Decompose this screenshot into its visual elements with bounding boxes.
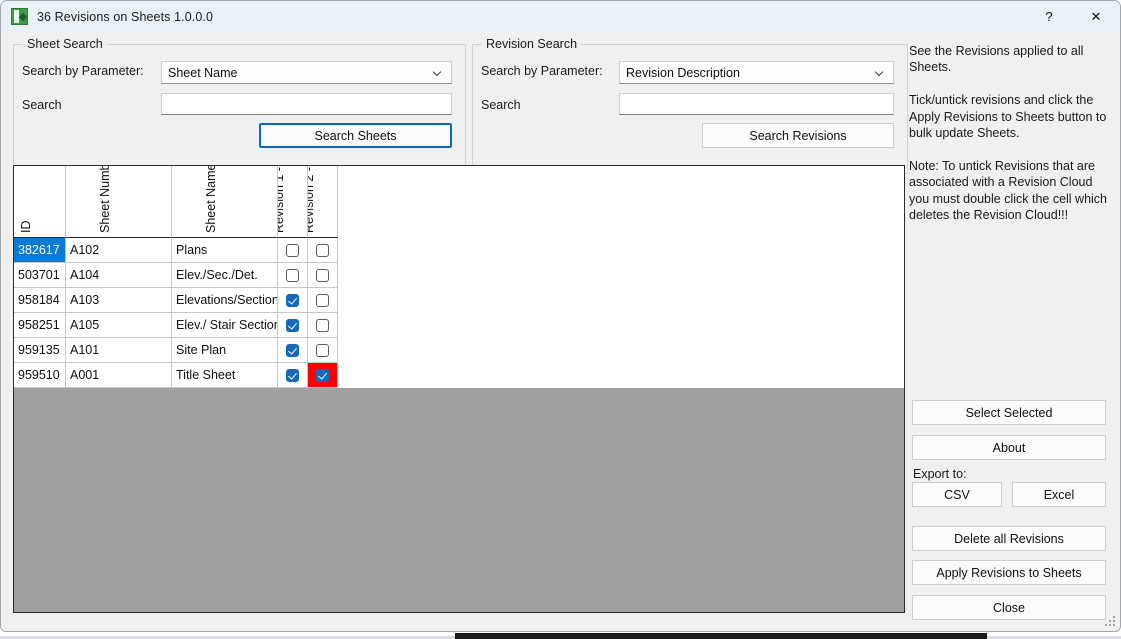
- close-icon[interactable]: ✕: [1072, 1, 1120, 32]
- revision-checkbox[interactable]: [286, 269, 299, 282]
- grid-cell-rev2[interactable]: [308, 263, 338, 288]
- title-bar: 36 Revisions on Sheets 1.0.0.0 ? ✕: [1, 1, 1120, 33]
- grid-cell-id[interactable]: 382617: [14, 238, 66, 263]
- grid-header-label: Sheet Name: [204, 166, 218, 233]
- delete-all-revisions-button[interactable]: Delete all Revisions: [912, 526, 1106, 551]
- grid-cell-name[interactable]: Site Plan: [172, 338, 278, 363]
- table-row[interactable]: 958184A103Elevations/Sections: [14, 288, 904, 313]
- grid-cell-rev2[interactable]: [308, 288, 338, 313]
- sheets-revisions-grid[interactable]: ID Sheet Numb Sheet Name Revision 1 - Revisi…: [13, 165, 905, 613]
- grid-cell-rev1[interactable]: [278, 363, 308, 388]
- chevron-down-icon: [433, 68, 442, 77]
- export-to-label: Export to:: [913, 467, 967, 481]
- revision-checkbox[interactable]: [286, 294, 299, 307]
- sheet-search-param-label: Search by Parameter:: [22, 64, 144, 78]
- grid-cell-num[interactable]: A104: [66, 263, 172, 288]
- client-area: Sheet Search Search by Parameter: Sheet …: [1, 32, 1120, 631]
- revision-search-label: Search: [481, 98, 521, 112]
- grid-header-id[interactable]: ID: [14, 166, 66, 238]
- about-button[interactable]: About: [912, 435, 1106, 460]
- search-sheets-button[interactable]: Search Sheets: [259, 123, 452, 148]
- table-row[interactable]: 958251A105Elev./ Stair Sections: [14, 313, 904, 338]
- table-row[interactable]: 382617A102Plans: [14, 238, 904, 263]
- grid-header-label: Revision 2 -: [308, 167, 316, 233]
- revision-search-param-combo[interactable]: Revision Description: [619, 61, 894, 84]
- grid-cell-num[interactable]: A102: [66, 238, 172, 263]
- export-csv-button[interactable]: CSV: [912, 482, 1002, 507]
- grid-cell-id[interactable]: 503701: [14, 263, 66, 288]
- grid-cell-id[interactable]: 958251: [14, 313, 66, 338]
- revision-checkbox[interactable]: [286, 244, 299, 257]
- grid-cell-id[interactable]: 958184: [14, 288, 66, 313]
- grid-cell-rev2[interactable]: [308, 338, 338, 363]
- grid-cell-num[interactable]: A103: [66, 288, 172, 313]
- grid-cell-name[interactable]: Title Sheet: [172, 363, 278, 388]
- grid-header-rev1[interactable]: Revision 1 -: [278, 166, 308, 238]
- search-revisions-button[interactable]: Search Revisions: [702, 123, 894, 148]
- grid-cell-name[interactable]: Elevations/Sections: [172, 288, 278, 313]
- table-row[interactable]: 959510A001Title Sheet: [14, 363, 904, 388]
- grid-header-rev2[interactable]: Revision 2 -: [308, 166, 338, 238]
- window-title: 36 Revisions on Sheets 1.0.0.0: [37, 10, 213, 24]
- grid-header-label: Sheet Numb: [98, 166, 112, 233]
- table-row[interactable]: 959135A101Site Plan: [14, 338, 904, 363]
- app-window: 36 Revisions on Sheets 1.0.0.0 ? ✕ Sheet…: [0, 0, 1121, 632]
- revision-checkbox[interactable]: [316, 269, 329, 282]
- revision-checkbox[interactable]: [316, 344, 329, 357]
- sheet-search-param-combo[interactable]: Sheet Name: [161, 61, 452, 84]
- grid-cell-num[interactable]: A105: [66, 313, 172, 338]
- revision-checkbox[interactable]: [316, 244, 329, 257]
- grid-header-label: ID: [19, 221, 33, 234]
- grid-header-name[interactable]: Sheet Name: [172, 166, 278, 238]
- grid-cell-id[interactable]: 959135: [14, 338, 66, 363]
- revision-checkbox[interactable]: [286, 319, 299, 332]
- grid-cell-num[interactable]: A001: [66, 363, 172, 388]
- revision-checkbox[interactable]: [316, 294, 329, 307]
- revision-checkbox[interactable]: [286, 369, 299, 382]
- revision-search-param-label: Search by Parameter:: [481, 64, 603, 78]
- grid-cell-rev1[interactable]: [278, 313, 308, 338]
- select-selected-button[interactable]: Select Selected: [912, 400, 1106, 425]
- sheet-search-input[interactable]: [161, 93, 452, 115]
- app-icon: [11, 8, 28, 25]
- taskbar-strip: [455, 633, 987, 639]
- revision-checkbox[interactable]: [286, 344, 299, 357]
- revision-search-input[interactable]: [619, 93, 894, 115]
- grid-cell-name[interactable]: Elev./Sec./Det.: [172, 263, 278, 288]
- sheet-search-group-title: Sheet Search: [23, 37, 107, 51]
- grid-body: 382617A102Plans503701A104Elev./Sec./Det.…: [14, 238, 904, 388]
- resize-grip[interactable]: [1105, 616, 1117, 628]
- revision-search-param-value: Revision Description: [626, 66, 740, 80]
- grid-header-row: ID Sheet Numb Sheet Name Revision 1 - Revisi…: [14, 166, 904, 238]
- grid-header-num[interactable]: Sheet Numb: [66, 166, 172, 238]
- export-excel-button[interactable]: Excel: [1012, 482, 1106, 507]
- close-button[interactable]: Close: [912, 595, 1106, 620]
- help-text: See the Revisions applied to all Sheets.…: [909, 43, 1109, 223]
- sheet-search-param-value: Sheet Name: [168, 66, 237, 80]
- window-controls: ? ✕: [1026, 1, 1120, 32]
- grid-cell-rev1[interactable]: [278, 238, 308, 263]
- help-icon[interactable]: ?: [1026, 1, 1072, 32]
- grid-cell-name[interactable]: Elev./ Stair Sections: [172, 313, 278, 338]
- apply-revisions-button[interactable]: Apply Revisions to Sheets: [912, 560, 1106, 585]
- revision-checkbox[interactable]: [316, 369, 329, 382]
- grid-cell-id[interactable]: 959510: [14, 363, 66, 388]
- grid-cell-rev2[interactable]: [308, 313, 338, 338]
- chevron-down-icon: [875, 68, 884, 77]
- grid-cell-rev1[interactable]: [278, 263, 308, 288]
- sheet-search-label: Search: [22, 98, 62, 112]
- grid-cell-rev2[interactable]: [308, 363, 338, 388]
- grid-cell-name[interactable]: Plans: [172, 238, 278, 263]
- grid-cell-num[interactable]: A101: [66, 338, 172, 363]
- grid-cell-rev1[interactable]: [278, 338, 308, 363]
- grid-cell-rev2[interactable]: [308, 238, 338, 263]
- revision-checkbox[interactable]: [316, 319, 329, 332]
- table-row[interactable]: 503701A104Elev./Sec./Det.: [14, 263, 904, 288]
- grid-cell-rev1[interactable]: [278, 288, 308, 313]
- revision-search-group-title: Revision Search: [482, 37, 581, 51]
- grid-header-label: Revision 1 -: [278, 167, 286, 233]
